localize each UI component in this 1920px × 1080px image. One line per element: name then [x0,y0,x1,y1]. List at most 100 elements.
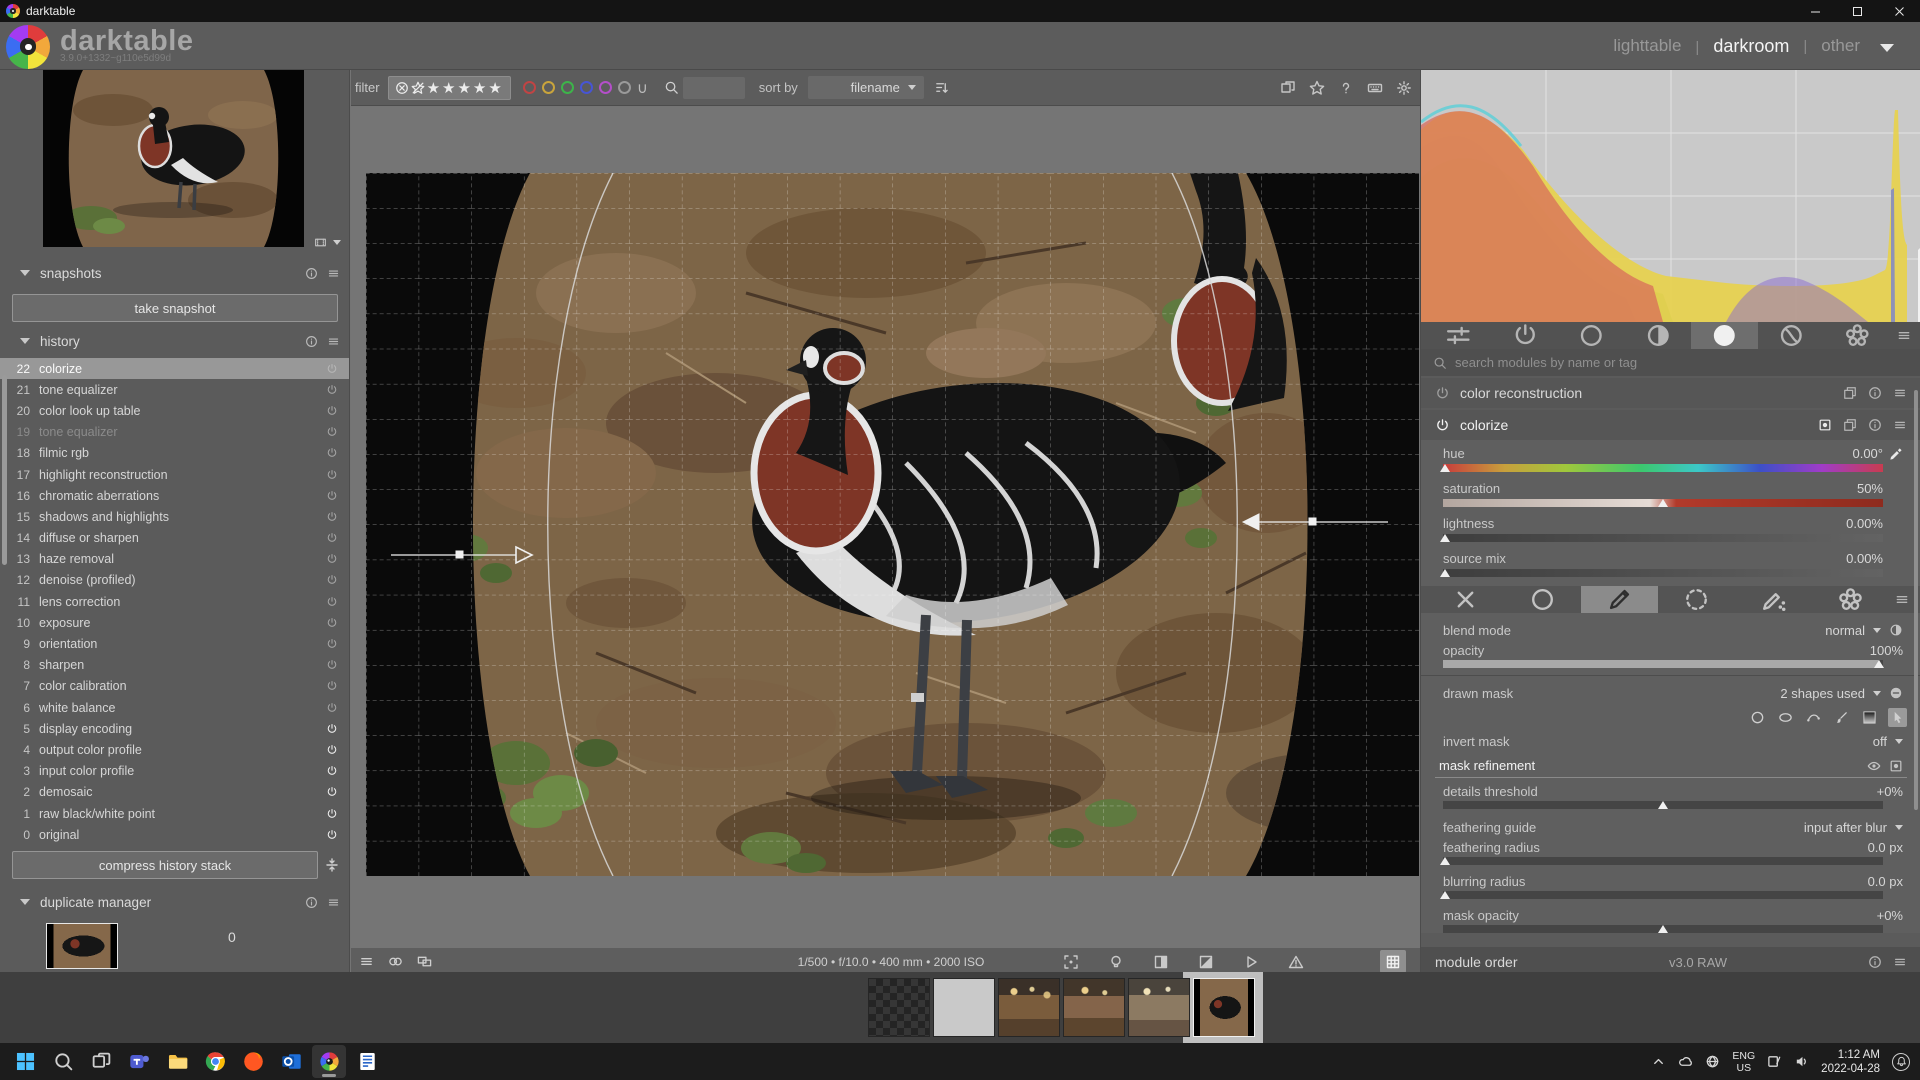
module-group-tab[interactable] [1492,322,1559,349]
toolbar-icon[interactable] [1338,80,1354,96]
blend-menu-icon[interactable] [1889,592,1915,607]
power-icon[interactable] [326,744,338,756]
module-group-tab[interactable] [1824,322,1891,349]
right-scrollbar[interactable] [1914,390,1918,810]
power-icon[interactable] [326,596,338,608]
sort-dropdown[interactable]: filename [808,76,924,99]
slider-handle[interactable] [1874,660,1884,668]
mask-indicator-icon[interactable] [1818,418,1832,432]
history-item[interactable]: 19 tone equalizer [0,422,350,443]
mask-shape-button[interactable] [1860,708,1879,727]
take-snapshot-button[interactable]: take snapshot [12,294,338,322]
module-colorize[interactable]: colorize [1421,410,1920,440]
power-icon[interactable] [326,808,338,820]
details-threshold-slider[interactable] [1443,801,1883,809]
toolbar-icon[interactable] [1367,80,1383,96]
union-operator[interactable]: ∪ [637,79,648,97]
history-item[interactable]: 10 exposure [0,612,350,633]
bottom-toolbar-icon[interactable] [1153,954,1169,970]
invert-mask-row[interactable]: invert mask off [1421,730,1920,752]
taskbar-app-button[interactable] [274,1045,308,1078]
taskbar-app-button[interactable] [312,1045,346,1078]
info-icon[interactable] [305,896,318,909]
histogram[interactable] [1421,70,1920,322]
history-item[interactable]: 8 sharpen [0,655,350,676]
module-slider[interactable]: lightness 0.00% [1443,516,1883,542]
mask-shape-button[interactable] [1804,708,1823,727]
filmstrip-thumbnail[interactable] [868,978,930,1037]
power-icon[interactable] [326,490,338,502]
power-icon[interactable] [326,574,338,586]
pen-settings-icon[interactable] [1767,1054,1782,1069]
filmstrip-thumbnail[interactable] [998,978,1060,1037]
power-icon[interactable] [326,363,338,375]
blend-mask-tab[interactable] [1735,586,1812,613]
multi-instance-icon[interactable] [1843,418,1857,432]
view-tab[interactable]: lighttable [1613,36,1681,56]
power-icon[interactable] [326,702,338,714]
power-icon[interactable] [326,553,338,565]
bottom-toolbar-icon[interactable] [417,954,432,969]
presets-menu-icon[interactable] [1893,386,1907,400]
presets-menu-icon[interactable] [1893,955,1907,969]
mask-opacity-row[interactable]: mask opacity +0% [1421,906,1920,924]
unstar-icon[interactable] [411,81,425,95]
history-item[interactable]: 11 lens correction [0,591,350,612]
rating-filter[interactable]: ★★★★★ [388,76,511,100]
toolbar-icon[interactable] [1309,80,1325,96]
left-scrollbar[interactable] [2,375,7,565]
reject-icon[interactable] [395,81,409,95]
module-groups-menu-icon[interactable] [1891,328,1917,343]
eye-icon[interactable] [1867,759,1881,773]
language-indicator[interactable]: ENGUS [1732,1050,1755,1074]
view-tab[interactable]: darkroom [1695,36,1789,57]
taskbar-app-button[interactable] [236,1045,270,1078]
structure-preview-icon[interactable] [1889,759,1903,773]
taskbar-app-button[interactable] [160,1045,194,1078]
opacity-row[interactable]: opacity 100% [1421,641,1920,659]
show-mask-icon[interactable] [1889,686,1903,700]
film-roll-icon[interactable] [314,236,327,249]
history-item[interactable]: 6 white balance [0,697,350,718]
slider-track[interactable] [1443,499,1883,507]
module-group-tab[interactable] [1691,322,1758,349]
drawn-mask-row[interactable]: drawn mask 2 shapes used [1421,682,1920,704]
history-item[interactable]: 20 color look up table [0,400,350,421]
duplicate-version[interactable]: 0 [228,929,236,945]
history-item[interactable]: 18 filmic rgb [0,443,350,464]
history-item[interactable]: 17 highlight reconstruction [0,464,350,485]
feathering-radius-row[interactable]: feathering radius 0.0 px [1421,838,1920,856]
taskbar-app-button[interactable] [122,1045,156,1078]
history-header[interactable]: history [0,328,350,354]
filmstrip-thumbnail[interactable] [1063,978,1125,1037]
history-item[interactable]: 16 chromatic aberrations [0,485,350,506]
module-power-icon[interactable] [1435,418,1450,433]
minimize-button[interactable] [1794,0,1836,22]
module-group-tab[interactable] [1558,322,1625,349]
snapshots-header[interactable]: snapshots [0,260,350,286]
module-slider[interactable]: source mix 0.00% [1443,551,1883,577]
slider-handle[interactable] [1440,891,1450,899]
mask-opacity-slider[interactable] [1443,925,1883,933]
feathering-guide-row[interactable]: feathering guide input after blur [1421,816,1920,838]
filmstrip-thumbnail[interactable] [1193,978,1255,1037]
history-item[interactable]: 0 original [0,824,350,845]
taskbar-app-button[interactable] [84,1045,118,1078]
network-icon[interactable] [1705,1054,1720,1069]
clock[interactable]: 1:12 AM2022-04-28 [1821,1048,1880,1076]
color-picker-icon[interactable] [1888,447,1903,462]
view-tab[interactable]: other [1803,36,1860,56]
mask-shape-button[interactable] [1748,708,1767,727]
filmstrip-thumbnail[interactable] [1128,978,1190,1037]
power-icon[interactable] [326,680,338,692]
color-label-filter[interactable] [580,81,593,94]
presets-menu-icon[interactable] [1893,418,1907,432]
slider-handle[interactable] [1440,569,1450,577]
slider-track[interactable] [1443,569,1883,577]
bottom-toolbar-icon[interactable] [1288,954,1304,970]
taskbar-app-button[interactable] [46,1045,80,1078]
bottom-toolbar-icon[interactable] [1063,954,1079,970]
slider-track[interactable] [1443,534,1883,542]
mask-shape-button[interactable] [1776,708,1795,727]
power-icon[interactable] [326,829,338,841]
